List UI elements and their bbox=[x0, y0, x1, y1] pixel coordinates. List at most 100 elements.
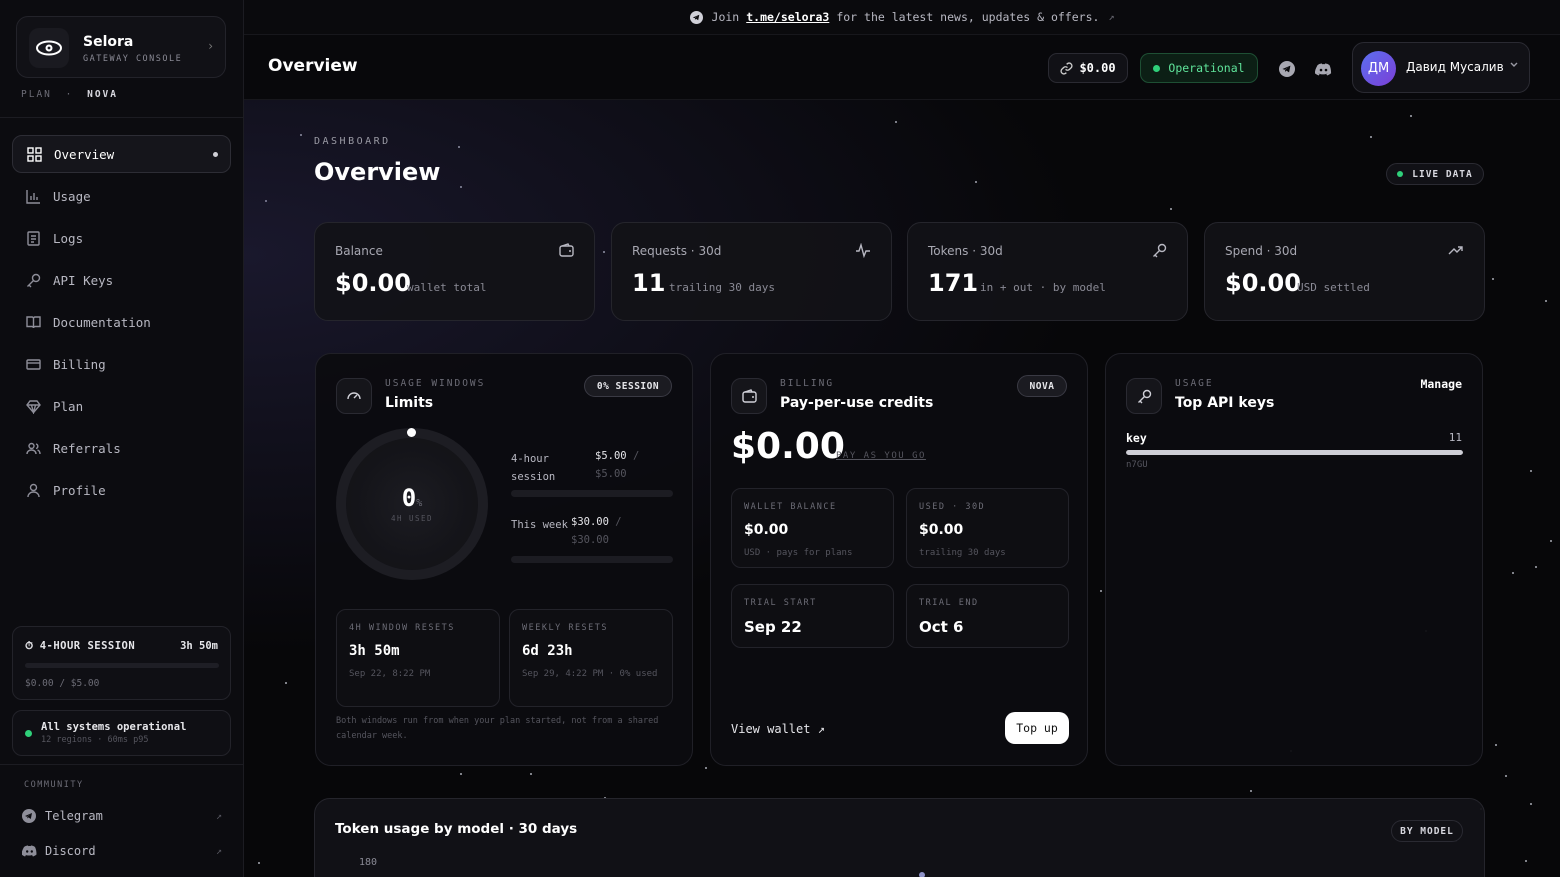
system-status-sub: 12 regions · 60ms p95 bbox=[41, 735, 149, 745]
telegram-icon[interactable] bbox=[1278, 60, 1296, 78]
by-model-badge[interactable]: BY MODEL bbox=[1391, 820, 1463, 842]
stat-label: Requests · 30d bbox=[632, 244, 722, 258]
balance-value: $0.00 bbox=[1079, 61, 1116, 75]
user-icon bbox=[24, 481, 42, 499]
telegram-link[interactable]: Telegram ↗ bbox=[22, 806, 222, 826]
stat-label: Spend · 30d bbox=[1225, 244, 1298, 258]
sidebar-item-label: Profile bbox=[53, 482, 106, 498]
session-time: 3h 50m bbox=[180, 640, 218, 652]
credit-amount: $0.00 bbox=[731, 426, 845, 467]
user-name: Давид Мусалив bbox=[1406, 60, 1504, 74]
sidebar-item-api-keys[interactable]: API Keys bbox=[12, 261, 231, 299]
reset-sub: Sep 29, 4:22 PM · 0% used bbox=[522, 669, 658, 679]
telegram-label: Telegram bbox=[45, 809, 103, 823]
used-30d-card: USED · 30D $0.00 trailing 30 days bbox=[906, 488, 1069, 568]
limit-used: $30.00 / bbox=[571, 516, 622, 528]
discord-icon[interactable] bbox=[1314, 60, 1332, 78]
status-dot bbox=[25, 730, 32, 737]
limit-progress-bar bbox=[511, 490, 673, 497]
sidebar-item-overview[interactable]: Overview bbox=[12, 135, 231, 173]
limit-name: This week bbox=[511, 519, 568, 531]
top-header: Overview $0.00 Operational ДМ Давид Муса… bbox=[244, 35, 1560, 100]
stat-sub: trailing 30 days bbox=[669, 281, 775, 294]
sidebar-item-billing[interactable]: Billing bbox=[12, 345, 231, 383]
page-title: Overview bbox=[314, 158, 441, 186]
brand-name: Selora bbox=[83, 34, 134, 50]
card-value: Oct 6 bbox=[919, 618, 964, 636]
stat-label: Tokens · 30d bbox=[928, 244, 1003, 258]
link-icon bbox=[1060, 61, 1073, 75]
pay-as-you-go-tag: PAY AS YOU GO bbox=[836, 451, 926, 461]
manage-keys-link[interactable]: Manage bbox=[1420, 377, 1462, 391]
key-count: 11 bbox=[1448, 431, 1462, 444]
balance-pill[interactable]: $0.00 bbox=[1048, 53, 1128, 83]
card-sub: trailing 30 days bbox=[919, 548, 1006, 558]
limit-used-value: $5.00 bbox=[595, 450, 627, 462]
plan-separator: · bbox=[65, 89, 74, 100]
billing-panel: BILLING Pay-per-use credits NOVA $0.00 P… bbox=[710, 353, 1088, 766]
sidebar: Selora GATEWAY CONSOLE › PLAN · NOVA Ove… bbox=[0, 0, 244, 877]
key-name: key bbox=[1126, 431, 1147, 445]
panel-kicker: USAGE WINDOWS bbox=[385, 378, 486, 389]
plan-value: NOVA bbox=[87, 89, 118, 100]
gauge-caption: 4H USED bbox=[390, 514, 434, 523]
view-wallet-link[interactable]: View wallet ↗ bbox=[731, 722, 825, 736]
sidebar-item-logs[interactable]: Logs bbox=[12, 219, 231, 257]
sidebar-item-label: API Keys bbox=[53, 272, 114, 288]
limit-max: $5.00 bbox=[595, 468, 627, 480]
external-link-icon: ↗ bbox=[215, 845, 222, 857]
stat-value: $0.00 bbox=[1225, 269, 1301, 297]
limit-name: 4-hour session bbox=[511, 453, 556, 483]
system-status-card[interactable]: All systems operational 12 regions · 60m… bbox=[12, 710, 231, 756]
panel-title: Top API keys bbox=[1175, 395, 1275, 411]
card-icon bbox=[24, 355, 42, 373]
sidebar-item-documentation[interactable]: Documentation bbox=[12, 303, 231, 341]
sidebar-item-usage[interactable]: Usage bbox=[12, 177, 231, 215]
book-icon bbox=[24, 313, 42, 331]
gauge-value: 0% bbox=[377, 484, 447, 512]
session-amount: $0.00 / $5.00 bbox=[25, 678, 100, 689]
sidebar-nav: Overview Usage Logs API Keys Documentati… bbox=[12, 135, 231, 513]
bar-chart-icon bbox=[24, 187, 42, 205]
key-id: n7GU bbox=[1126, 460, 1148, 470]
sidebar-item-profile[interactable]: Profile bbox=[12, 471, 231, 509]
status-text: Operational bbox=[1168, 61, 1245, 75]
reset-card-4h: 4H WINDOW RESETS 3h 50m Sep 22, 8:22 PM bbox=[336, 609, 500, 707]
active-indicator bbox=[213, 152, 218, 157]
chart-title: Token usage by model · 30 days bbox=[335, 821, 578, 837]
user-menu[interactable]: ДМ Давид Мусалив bbox=[1352, 42, 1530, 93]
sidebar-item-label: Plan bbox=[53, 398, 84, 414]
discord-link[interactable]: Discord ↗ bbox=[22, 841, 222, 861]
key-icon bbox=[1152, 243, 1167, 258]
limit-max: $30.00 bbox=[571, 534, 609, 546]
stat-sub: wallet total bbox=[407, 281, 487, 294]
card-value: $0.00 bbox=[919, 522, 964, 538]
panel-kicker: BILLING bbox=[780, 378, 835, 389]
limits-panel: USAGE WINDOWS Limits 0% SESSION 0% 4H US… bbox=[315, 353, 693, 766]
reset-value: 3h 50m bbox=[349, 643, 400, 659]
key-usage-bar bbox=[1126, 450, 1463, 455]
pulse-icon bbox=[855, 243, 871, 258]
sidebar-item-plan[interactable]: Plan bbox=[12, 387, 231, 425]
sidebar-item-label: Referrals bbox=[53, 440, 121, 456]
divider bbox=[0, 764, 244, 765]
system-status-title: All systems operational bbox=[41, 721, 187, 733]
card-sub: USD · pays for plans bbox=[744, 548, 853, 558]
telegram-icon bbox=[689, 10, 703, 24]
sidebar-item-referrals[interactable]: Referrals bbox=[12, 429, 231, 467]
brand-switcher[interactable]: Selora GATEWAY CONSOLE › bbox=[16, 16, 226, 78]
banner-link[interactable]: t.me/selora3 bbox=[746, 10, 829, 24]
trial-end-card: TRIAL END Oct 6 bbox=[906, 584, 1069, 648]
session-badge: 0% SESSION bbox=[584, 375, 672, 397]
card-label: TRIAL END bbox=[919, 598, 979, 608]
status-pill[interactable]: Operational bbox=[1140, 53, 1258, 83]
log-icon bbox=[24, 229, 42, 247]
wallet-balance-card: WALLET BALANCE $0.00 USD · pays for plan… bbox=[731, 488, 894, 568]
stat-value: 171 bbox=[928, 269, 979, 297]
wallet-icon bbox=[731, 378, 767, 414]
top-up-button[interactable]: Top up bbox=[1005, 712, 1069, 744]
limit-separator: / bbox=[615, 516, 622, 528]
stat-value: $0.00 bbox=[335, 269, 411, 297]
gauge-icon bbox=[336, 378, 372, 414]
users-icon bbox=[24, 439, 42, 457]
